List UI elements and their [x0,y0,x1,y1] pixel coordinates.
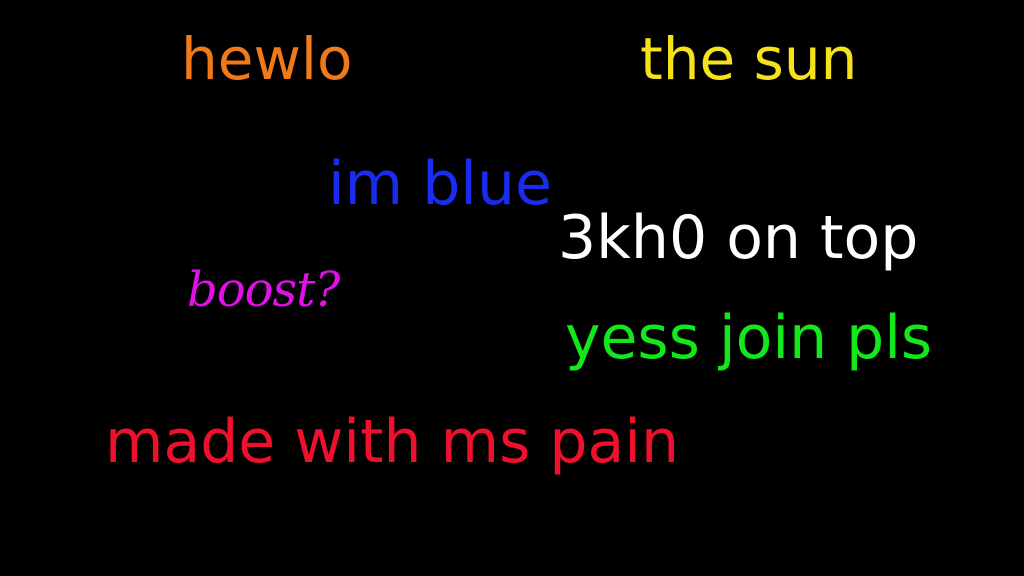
hewlo-text: hewlo [181,25,353,93]
im-blue-text: im blue [328,149,552,219]
paint-canvas: hewlo the sun im blue 3kh0 on top boost?… [0,0,1024,576]
yess-join-pls-text: yess join pls [565,303,933,373]
made-with-ms-pain-text: made with ms pain [105,407,679,477]
boost-text: boost? [187,262,340,318]
3kh0-on-top-text: 3kh0 on top [558,203,919,273]
the-sun-text: the sun [640,25,858,93]
